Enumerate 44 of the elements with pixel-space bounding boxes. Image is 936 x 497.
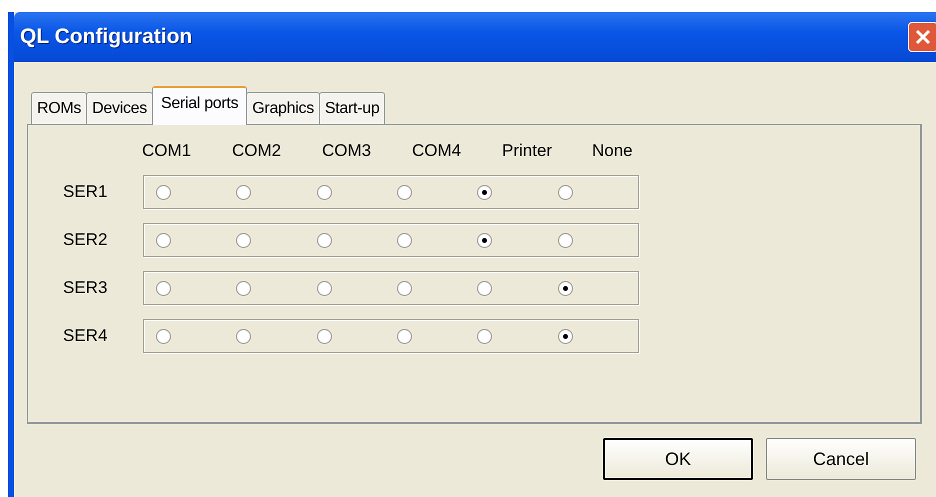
row-label: SER3 [63,278,108,297]
column-header: None [592,141,633,161]
radio-button[interactable] [477,328,492,344]
column-header: COM2 [232,141,282,161]
tab[interactable]: Graphics [246,92,320,124]
radio-button[interactable] [156,232,171,248]
column-header: COM3 [322,141,372,161]
radio-button[interactable] [396,184,412,200]
window-title: QL Configuration [20,25,192,49]
radio-button[interactable] [477,232,492,248]
row-label: SER4 [63,326,108,345]
radio-button[interactable] [316,232,332,248]
column-header: COM1 [142,141,192,161]
radio-button[interactable] [156,184,171,200]
radio-button[interactable] [477,280,492,296]
radio-button[interactable] [558,328,573,344]
radio-button[interactable] [156,280,171,296]
radio-button[interactable] [156,328,171,344]
radio-button[interactable] [477,184,492,200]
close-button[interactable] [908,22,936,52]
dialog-button[interactable]: Cancel [766,438,916,480]
column-header: COM4 [412,141,462,161]
radio-button[interactable] [396,280,412,296]
radio-button[interactable] [316,280,332,296]
radio-button[interactable] [236,184,252,200]
radio-button[interactable] [558,184,573,200]
radio-button[interactable] [236,280,252,296]
radio-button[interactable] [236,232,252,248]
dialog-button[interactable]: OK [603,438,753,480]
radio-button[interactable] [558,232,573,248]
tab[interactable]: Start-up [318,92,386,124]
row-label: SER2 [63,230,108,249]
row-label: SER1 [63,182,108,201]
radio-button[interactable] [396,232,412,248]
column-header: Printer [502,141,552,161]
tab[interactable]: Devices [86,92,153,124]
radio-button[interactable] [316,328,332,344]
tab[interactable]: ROMs [31,92,88,124]
radio-button[interactable] [236,328,252,344]
radio-button[interactable] [558,280,573,296]
radio-button[interactable] [396,328,412,344]
tab[interactable]: Serial ports [152,86,248,125]
close-icon [914,28,932,46]
radio-button[interactable] [316,184,332,200]
